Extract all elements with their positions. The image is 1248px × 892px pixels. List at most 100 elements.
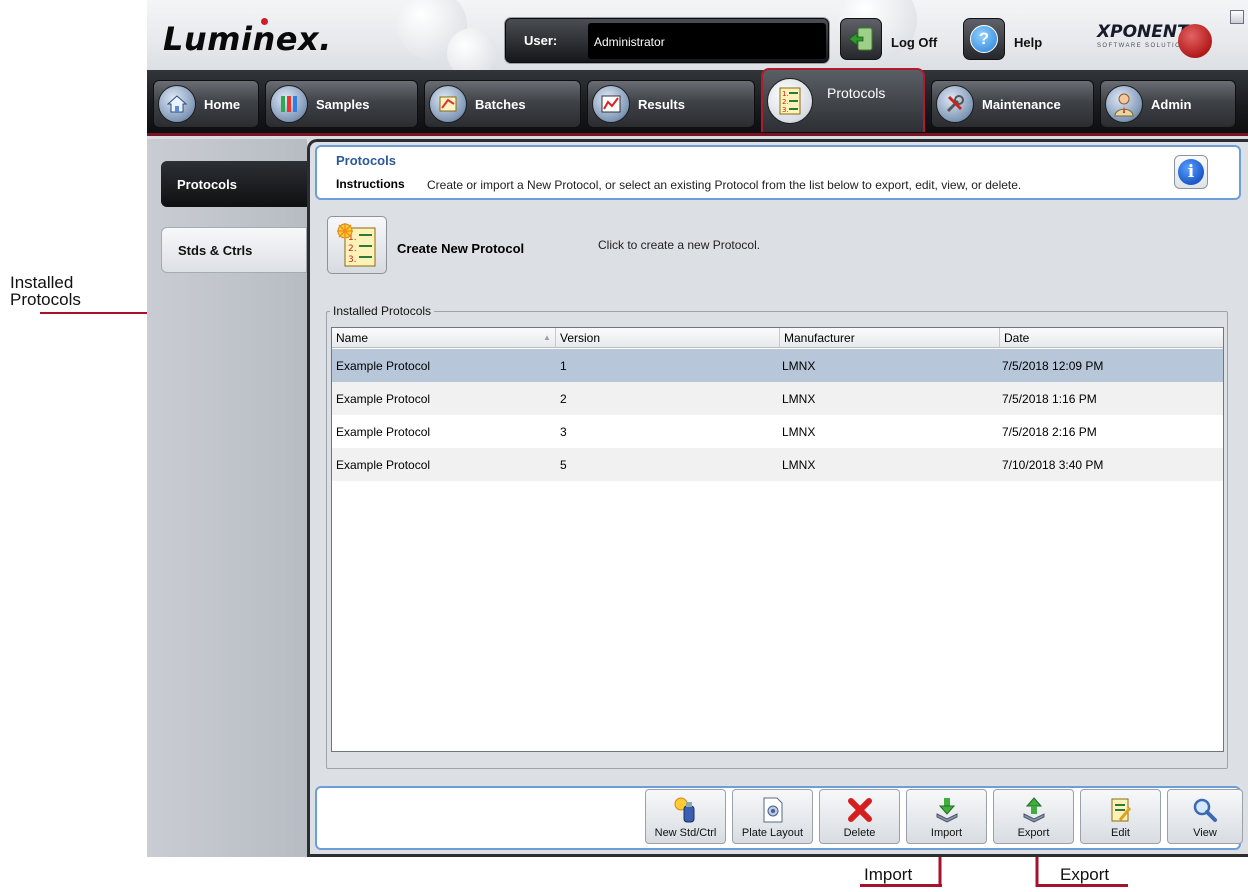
new-std-ctrl-icon [674,797,694,823]
logoff-icon [840,18,882,60]
samples-icon [270,85,308,123]
batches-icon [429,85,467,123]
view-button[interactable]: View [1167,789,1243,844]
page-title: Protocols [336,153,396,168]
tab-protocols[interactable]: 1. 2. 3. Protocols [761,68,925,132]
tab-samples[interactable]: Samples [265,80,418,128]
column-header-version[interactable]: Version [556,328,780,348]
delete-label: Delete [843,827,876,839]
help-button[interactable]: ? Help [963,18,1042,60]
annotation-export: Export [1060,865,1110,884]
column-header-name[interactable]: Name ▲ [332,328,556,348]
table-header: Name ▲ Version Manufacturer Date [332,328,1223,348]
help-label: Help [1014,34,1043,50]
new-protocol-icon: 1.2.3. [337,223,376,267]
subnav-item-stds-ctrls[interactable]: Stds & Ctrls [161,227,307,273]
edit-button[interactable]: Edit [1080,789,1161,844]
create-new-protocol-label[interactable]: Create New Protocol [397,241,524,256]
tab-maintenance[interactable]: Maintenance [931,80,1094,128]
column-header-date[interactable]: Date [1000,328,1223,348]
delete-icon [847,798,872,822]
cell-version: 3 [560,425,567,439]
create-new-protocol-button[interactable]: 1. 2. 3. [327,216,387,274]
user-value: Administrator [588,23,826,59]
svg-text:1.: 1. [782,90,789,98]
tab-batches[interactable]: Batches [424,80,581,128]
column-header-manufacturer[interactable]: Manufacturer [780,328,1000,348]
protocols-table: Name ▲ Version Manufacturer Date Example … [331,327,1224,752]
plate-layout-icon [763,797,782,823]
cell-date: 7/5/2018 2:16 PM [1002,425,1097,439]
import-button[interactable]: Import [906,789,987,844]
column-manufacturer-label: Manufacturer [784,331,855,345]
table-row[interactable]: Example Protocol 3 LMNX 7/5/2018 2:16 PM [332,415,1223,448]
annotation-line1: Installed [10,273,74,292]
plate-layout-label: Plate Layout [741,827,804,839]
annotation-installed-protocols: Installed Protocols [10,274,81,308]
svg-text:3.: 3. [782,106,789,114]
instructions-text: Create or import a New Protocol, or sele… [427,178,1022,192]
user-label: User: [524,33,558,48]
cell-manufacturer: LMNX [782,458,816,472]
help-icon: ? [963,18,1005,60]
table-row[interactable]: Example Protocol 2 LMNX 7/5/2018 1:16 PM [332,382,1223,415]
annotation-line2: Protocols [10,290,81,309]
info-icon: i [1178,159,1204,185]
cell-name: Example Protocol [336,392,431,406]
column-name-label: Name [336,331,369,345]
new-std-ctrl-label: New Std/Ctrl [654,827,717,839]
cell-manufacturer: LMNX [782,392,816,406]
sort-arrow-icon: ▲ [543,333,551,342]
import-icon [936,798,957,823]
plate-layout-button[interactable]: Plate Layout [732,789,813,844]
tab-admin-label: Admin [1151,96,1192,112]
table-row[interactable]: Example Protocol 5 LMNX 7/10/2018 3:40 P… [332,448,1223,481]
status-light-icon [1178,24,1212,58]
window-menu-button[interactable] [1230,10,1244,24]
svg-text:2.: 2. [782,98,789,106]
results-icon [592,85,630,123]
cell-version: 5 [560,458,567,472]
column-date-label: Date [1004,331,1030,345]
tab-results-label: Results [638,96,685,112]
view-icon [1193,798,1217,822]
edit-label: Edit [1111,827,1130,839]
export-label: Export [1017,827,1050,839]
info-button[interactable]: i [1174,155,1208,189]
import-label: Import [930,827,963,839]
table-row[interactable]: Example Protocol 1 LMNX 7/5/2018 12:09 P… [332,349,1223,382]
subnav-item-protocols[interactable]: Protocols [161,161,307,207]
tab-home-label: Home [204,96,241,112]
tab-batches-label: Batches [475,96,526,112]
cell-date: 7/10/2018 3:40 PM [1002,458,1104,472]
export-button[interactable]: Export [993,789,1074,844]
delete-button[interactable]: Delete [819,789,900,844]
tab-admin[interactable]: Admin [1100,80,1236,128]
svg-text:2.: 2. [348,244,357,254]
logoff-button[interactable]: Log Off [840,18,937,60]
subnav-item-protocols-label: Protocols [177,176,237,192]
instructions-label: Instructions [336,177,405,191]
home-icon [158,85,196,123]
tab-results[interactable]: Results [587,80,755,128]
tab-maintenance-label: Maintenance [982,96,1061,112]
create-new-protocol-description: Click to create a new Protocol. [598,238,761,252]
tab-protocols-label: Protocols [827,85,886,101]
user-box: User: Administrator [505,18,829,63]
tab-samples-label: Samples [316,96,370,112]
admin-icon [1105,85,1143,123]
luminex-logo: Luminex. [163,18,332,58]
export-icon [1023,797,1044,823]
cell-name: Example Protocol [336,425,431,439]
protocols-icon: 1. 2. 3. [767,78,813,124]
annotation-import: Import [864,865,913,884]
cell-date: 7/5/2018 12:09 PM [1002,359,1104,373]
cell-manufacturer: LMNX [782,425,816,439]
tab-home[interactable]: Home [153,80,259,128]
cell-name: Example Protocol [336,359,431,373]
installed-protocols-legend: Installed Protocols [330,304,435,318]
new-std-ctrl-button[interactable]: New Std/Ctrl [645,789,726,844]
view-label: View [1193,827,1217,839]
cell-version: 1 [560,359,567,373]
cell-name: Example Protocol [336,458,431,472]
